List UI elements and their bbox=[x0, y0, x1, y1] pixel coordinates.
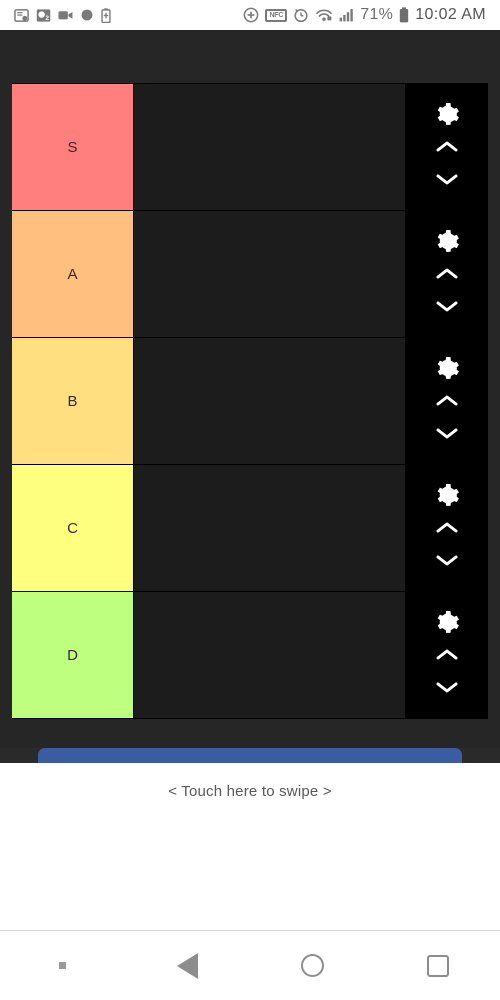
settings-icon[interactable] bbox=[432, 483, 462, 509]
table-row: A bbox=[12, 211, 488, 338]
tier-label-d[interactable]: D bbox=[12, 592, 134, 718]
tier-label-text: C bbox=[67, 519, 78, 537]
data-saver-icon bbox=[243, 7, 259, 23]
tier-label-text: A bbox=[67, 265, 78, 283]
chevron-up-icon[interactable] bbox=[432, 261, 462, 287]
tier-dropzone-d[interactable] bbox=[134, 592, 405, 718]
back-triangle-icon bbox=[177, 952, 198, 979]
tier-dropzone-s[interactable] bbox=[134, 84, 405, 210]
tier-controls-b bbox=[405, 338, 488, 464]
tier-controls-a bbox=[405, 211, 488, 337]
tier-controls-c bbox=[405, 465, 488, 591]
alarm-icon bbox=[293, 7, 309, 23]
chevron-down-icon[interactable] bbox=[432, 420, 462, 446]
tier-controls-d bbox=[405, 592, 488, 718]
android-nav-bar bbox=[0, 930, 500, 1000]
table-row: D bbox=[12, 592, 488, 719]
chevron-down-icon[interactable] bbox=[432, 547, 462, 573]
battery-saver-icon bbox=[101, 7, 111, 23]
recents-square-icon bbox=[426, 954, 449, 977]
settings-icon[interactable] bbox=[432, 356, 462, 382]
chevron-up-icon[interactable] bbox=[432, 642, 462, 668]
phone-screen: 2 NFC 71% 10:02 AM S A B C D < Touch her… bbox=[0, 0, 500, 1000]
settings-icon[interactable] bbox=[432, 610, 462, 636]
chevron-up-icon[interactable] bbox=[432, 515, 462, 541]
chevron-down-icon[interactable] bbox=[432, 674, 462, 700]
settings-icon[interactable] bbox=[432, 102, 462, 128]
tier-label-text: D bbox=[67, 646, 78, 664]
tier-label-text: B bbox=[67, 392, 78, 410]
tier-controls-s bbox=[405, 84, 488, 210]
clock-label: 10:02 AM bbox=[415, 6, 486, 23]
table-row: S bbox=[12, 84, 488, 211]
ad-panel[interactable]: < Touch here to swipe > bbox=[0, 763, 500, 930]
settings-icon[interactable] bbox=[432, 229, 462, 255]
tier-label-c[interactable]: C bbox=[12, 465, 134, 591]
app-body: S A B C D bbox=[0, 30, 500, 748]
sd-card-icon bbox=[14, 8, 29, 23]
svg-text:2: 2 bbox=[45, 14, 49, 21]
battery-icon bbox=[399, 7, 409, 23]
record-dot-icon bbox=[80, 8, 94, 22]
chevron-down-icon[interactable] bbox=[432, 166, 462, 192]
tier-label-a[interactable]: A bbox=[12, 211, 134, 337]
screenshot-icon: 2 bbox=[36, 8, 51, 23]
status-bar: 2 NFC 71% 10:02 AM bbox=[0, 0, 500, 30]
nav-back-button[interactable] bbox=[125, 952, 250, 979]
nfc-icon: NFC bbox=[265, 8, 288, 22]
signal-bars-icon bbox=[339, 8, 354, 22]
tier-label-s[interactable]: S bbox=[12, 84, 134, 210]
chevron-down-icon[interactable] bbox=[432, 293, 462, 319]
tier-dropzone-b[interactable] bbox=[134, 338, 405, 464]
nav-recents-button[interactable] bbox=[375, 954, 500, 977]
swipe-hint-label: < Touch here to swipe > bbox=[168, 783, 332, 800]
nav-home-button[interactable] bbox=[250, 954, 375, 977]
wifi-secure-icon bbox=[315, 8, 333, 22]
chevron-up-icon[interactable] bbox=[432, 388, 462, 414]
home-circle-icon bbox=[301, 954, 324, 977]
tier-label-b[interactable]: B bbox=[12, 338, 134, 464]
tier-label-text: S bbox=[67, 138, 78, 156]
nav-indicator-dot[interactable] bbox=[0, 962, 125, 969]
tier-dropzone-a[interactable] bbox=[134, 211, 405, 337]
tier-list: S A B C D bbox=[12, 83, 488, 719]
video-recorder-icon bbox=[58, 9, 73, 21]
battery-percent-label: 71% bbox=[360, 6, 394, 23]
tier-dropzone-c[interactable] bbox=[134, 465, 405, 591]
status-bar-right-icons: NFC 71% 10:02 AM bbox=[243, 6, 486, 24]
chevron-up-icon[interactable] bbox=[432, 134, 462, 160]
table-row: B bbox=[12, 338, 488, 465]
table-row: C bbox=[12, 465, 488, 592]
status-bar-left-icons: 2 bbox=[14, 7, 111, 23]
